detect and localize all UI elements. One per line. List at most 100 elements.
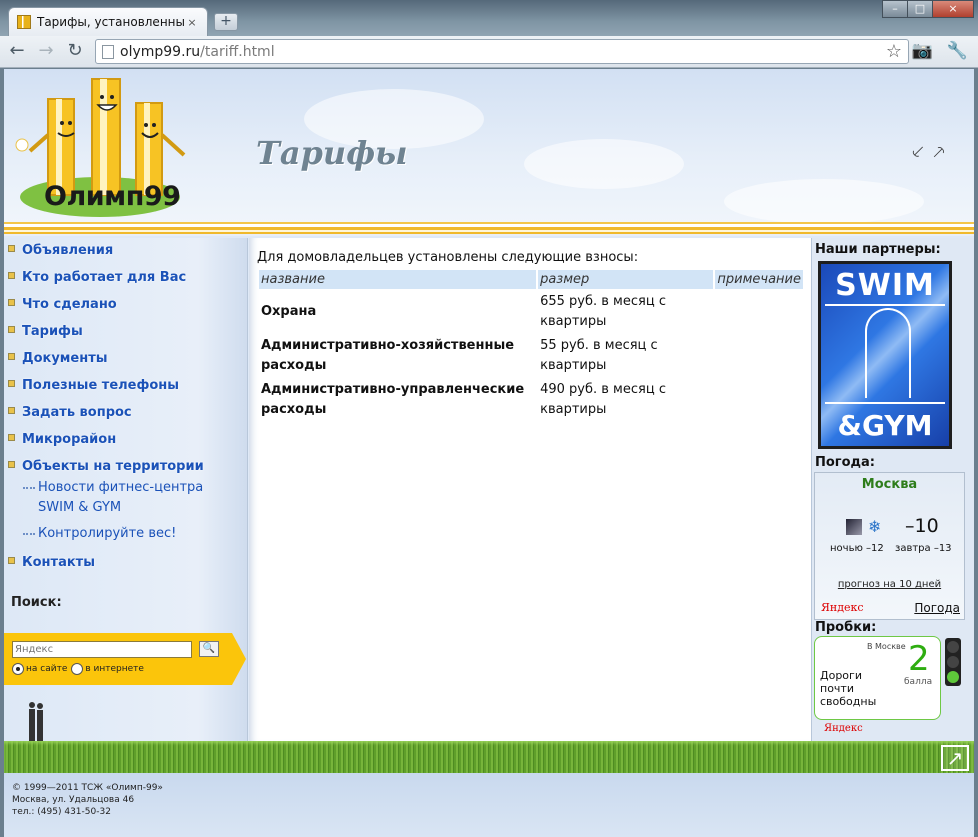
main-content: Для домовладельцев установлены следующие… bbox=[249, 238, 811, 741]
cell-name: Охрана bbox=[261, 304, 317, 319]
main-menu: Объявления Кто работает для Вас Что сдел… bbox=[4, 238, 247, 484]
menu-item-documents[interactable]: Документы bbox=[4, 349, 247, 376]
back-button[interactable]: ← bbox=[5, 40, 29, 64]
menu-link[interactable]: Микрорайон bbox=[22, 432, 116, 447]
search-input[interactable] bbox=[12, 641, 192, 658]
traffic-unit: балла bbox=[904, 677, 933, 687]
submenu-bullet-icon bbox=[23, 533, 35, 535]
menu-link[interactable]: Контакты bbox=[22, 555, 95, 570]
radio-web-label: в интернете bbox=[85, 664, 144, 674]
menu-link[interactable]: Тарифы bbox=[22, 324, 83, 339]
weather-city: Москва bbox=[861, 477, 918, 492]
window-titlebar: Тарифы, установленны... × + – □ × bbox=[0, 0, 978, 36]
cloud-decoration bbox=[724, 179, 924, 224]
cell-name: Административно-хозяйственные расходы bbox=[261, 338, 515, 373]
minimize-button[interactable]: – bbox=[882, 0, 908, 18]
logo-text: Олимп99 bbox=[44, 181, 181, 212]
traffic-widget[interactable]: В Москве 2 балла Дороги почти свободны bbox=[814, 636, 941, 720]
forward-button[interactable]: → bbox=[34, 40, 58, 64]
wrench-icon[interactable]: 🔧 bbox=[947, 41, 968, 61]
menu-bullet-icon bbox=[8, 326, 15, 333]
menu-link[interactable]: Задать вопрос bbox=[22, 405, 132, 420]
traffic-score: 2 bbox=[908, 639, 930, 679]
people-silhouette-icon bbox=[29, 702, 43, 741]
cell-note bbox=[715, 379, 803, 421]
menu-bullet-icon bbox=[8, 353, 15, 360]
menu-item-tariffs[interactable]: Тарифы bbox=[4, 322, 247, 349]
yandex-logo[interactable]: Яндекс bbox=[821, 601, 864, 614]
new-tab-button[interactable]: + bbox=[214, 13, 238, 31]
menu-item-contacts[interactable]: Контакты bbox=[4, 553, 247, 580]
submenu-link[interactable]: Новости фитнес-центра bbox=[38, 480, 203, 495]
menu-bullet-icon bbox=[8, 272, 15, 279]
menu-item-staff[interactable]: Кто работает для Вас bbox=[4, 268, 247, 295]
left-sidebar: Объявления Кто работает для Вас Что сдел… bbox=[4, 238, 248, 741]
submenu-link[interactable]: SWIM & GYM bbox=[38, 500, 121, 515]
submenu-link[interactable]: Контролируйте вес! bbox=[38, 526, 176, 541]
search-button[interactable]: 🔍 bbox=[199, 641, 219, 657]
submenu-item-fitness-news[interactable]: Новости фитнес-центра bbox=[22, 478, 247, 498]
weather-temp: –10 bbox=[905, 515, 939, 537]
menu-item-announcements[interactable]: Объявления bbox=[4, 241, 247, 268]
camera-icon[interactable]: 📷 bbox=[912, 41, 933, 61]
menu-bullet-icon bbox=[8, 434, 15, 441]
browser-tab[interactable]: Тарифы, установленны... × bbox=[8, 7, 208, 36]
menu-item-done[interactable]: Что сделано bbox=[4, 295, 247, 322]
cell-amount: 55 руб. в месяц с квартиры bbox=[540, 338, 658, 373]
menu-link[interactable]: Полезные телефоны bbox=[22, 378, 179, 393]
footer-address: Москва, ул. Удальцова 46 bbox=[12, 795, 135, 805]
maximize-button[interactable]: □ bbox=[907, 0, 933, 18]
submenu-item-weight[interactable]: Контролируйте вес! bbox=[22, 524, 247, 544]
yandex-logo-small[interactable]: Яндекс bbox=[824, 723, 863, 734]
forecast-link[interactable]: прогноз на 10 дней bbox=[815, 579, 964, 590]
menu-link[interactable]: Объекты на территории bbox=[22, 459, 204, 474]
column-header-note: примечание bbox=[715, 270, 803, 289]
menu-item-ask[interactable]: Задать вопрос bbox=[4, 403, 247, 430]
menu-bullet-icon bbox=[8, 380, 15, 387]
intro-text: Для домовладельцев установлены следующие… bbox=[257, 250, 639, 265]
reload-button[interactable]: ↻ bbox=[63, 40, 87, 64]
table-header-row: название размер примечание bbox=[259, 270, 803, 289]
close-window-button[interactable]: × bbox=[932, 0, 974, 18]
url-path: /tariff.html bbox=[200, 43, 275, 60]
menu-bullet-icon bbox=[8, 245, 15, 252]
cloud-decoration bbox=[524, 139, 684, 189]
menu-item-district[interactable]: Микрорайон bbox=[4, 430, 247, 457]
menu-item-phones[interactable]: Полезные телефоны bbox=[4, 376, 247, 403]
main-menu-tail: Контакты bbox=[4, 550, 247, 580]
site-header: Олимп99 Тарифы ⸔ ⸕ bbox=[4, 69, 974, 224]
menu-bullet-icon bbox=[8, 557, 15, 564]
bookmark-star-icon[interactable]: ☆ bbox=[886, 41, 902, 62]
submenu-item-swim-gym[interactable]: SWIM & GYM bbox=[22, 498, 247, 518]
window-controls: – □ × bbox=[882, 0, 974, 18]
footer-copyright: © 1999—2011 ТСЖ «Олимп-99» bbox=[12, 783, 163, 793]
column-header-name: название bbox=[259, 270, 537, 289]
traffic-desc: Дороги почти свободны bbox=[820, 669, 877, 708]
tab-title: Тарифы, установленны... bbox=[37, 15, 185, 29]
address-bar[interactable]: olymp99.ru/tariff.html ☆ bbox=[95, 39, 909, 64]
go-top-arrow-icon[interactable]: ↗ bbox=[941, 745, 969, 771]
night-cloud-icon bbox=[846, 518, 862, 535]
menu-link[interactable]: Документы bbox=[22, 351, 108, 366]
partners-title: Наши партнеры: bbox=[815, 242, 941, 257]
radio-site-label: на сайте bbox=[26, 664, 68, 674]
site-footer: © 1999—2011 ТСЖ «Олимп-99» Москва, ул. У… bbox=[4, 773, 974, 837]
tab-close-icon[interactable]: × bbox=[185, 16, 199, 29]
table-row: Административно-управленческие расходы 4… bbox=[259, 379, 803, 421]
menu-bullet-icon bbox=[8, 461, 15, 468]
traffic-title: Пробки: bbox=[815, 620, 877, 635]
search-label: Поиск: bbox=[11, 595, 62, 610]
menu-link[interactable]: Что сделано bbox=[22, 297, 117, 312]
table-row: Административно-хозяйственные расходы 55… bbox=[259, 335, 803, 377]
radio-site[interactable] bbox=[12, 663, 24, 675]
radio-web[interactable] bbox=[71, 663, 84, 675]
cell-note bbox=[715, 335, 803, 377]
menu-link[interactable]: Кто работает для Вас bbox=[22, 270, 186, 285]
partner-banner-swim-gym[interactable]: SWIM &GYM bbox=[818, 261, 952, 449]
table-row: Охрана 655 руб. в месяц с квартиры bbox=[259, 291, 803, 333]
partner-sg-logo-icon bbox=[865, 308, 911, 398]
weather-link[interactable]: Погода bbox=[914, 601, 960, 615]
weather-night: ночью –12 bbox=[830, 543, 884, 554]
page-icon bbox=[102, 44, 114, 59]
menu-link[interactable]: Объявления bbox=[22, 243, 113, 258]
